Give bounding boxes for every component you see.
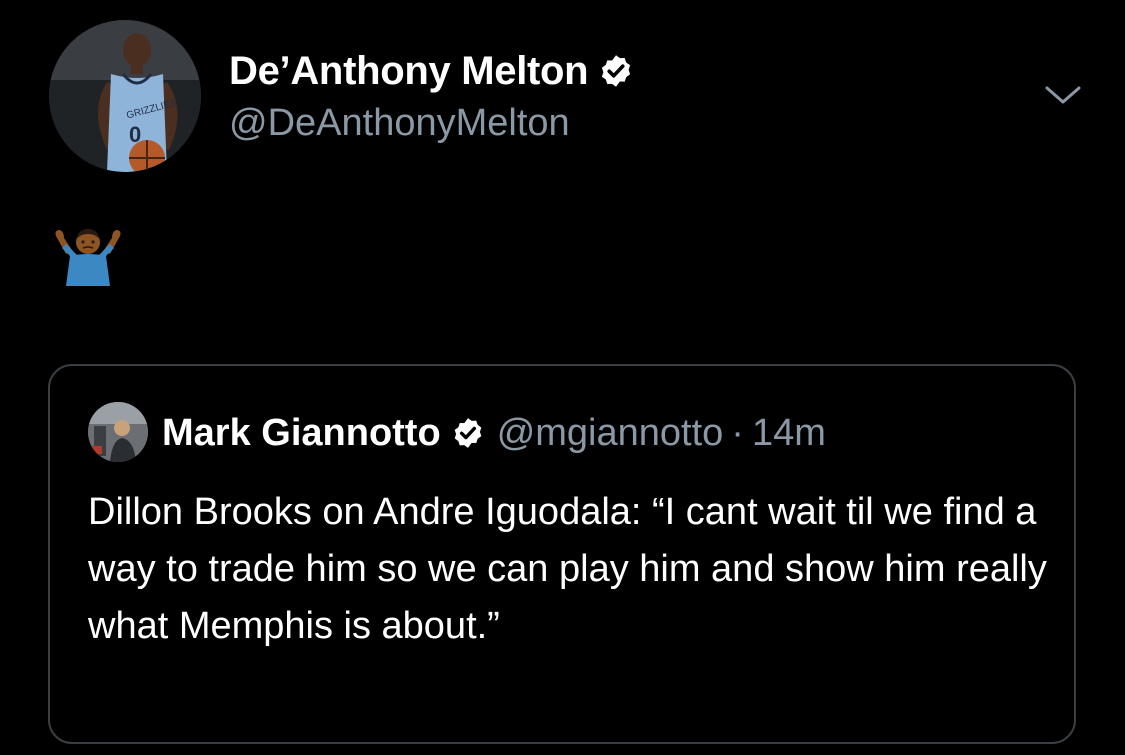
verified-badge-icon <box>451 416 485 450</box>
tweet: GRIZZLIES 0 De’Anthony Melton @DeAnthony… <box>0 0 1125 755</box>
user-avatar[interactable] <box>88 402 148 462</box>
quoted-tweet-time[interactable]: 14m <box>752 412 826 455</box>
player-avatar-image: GRIZZLIES 0 <box>49 20 201 172</box>
author-name[interactable]: De’Anthony Melton <box>229 49 589 94</box>
separator-dot: · <box>731 411 744 454</box>
author-name-row[interactable]: De’Anthony Melton <box>229 46 634 96</box>
quoted-tweet-header: Mark Giannotto @mgiannotto · 14m <box>162 410 826 456</box>
chevron-down-icon[interactable] <box>1043 80 1083 110</box>
quoted-tweet-text: Dillon Brooks on Andre Iguodala: “I cant… <box>88 491 1047 647</box>
user-avatar-image <box>88 402 148 462</box>
quoted-tweet-card[interactable]: Mark Giannotto @mgiannotto · 14m Dillon … <box>48 364 1076 744</box>
author-avatar[interactable]: GRIZZLIES 0 <box>49 20 201 172</box>
man-shrugging-icon <box>52 226 124 286</box>
quoted-author-name[interactable]: Mark Giannotto <box>162 412 441 455</box>
quoted-author-handle[interactable]: @mgiannotto <box>497 412 724 455</box>
author-handle[interactable]: @DeAnthonyMelton <box>229 102 570 145</box>
verified-badge-icon <box>598 53 634 89</box>
tweet-text <box>52 226 124 300</box>
